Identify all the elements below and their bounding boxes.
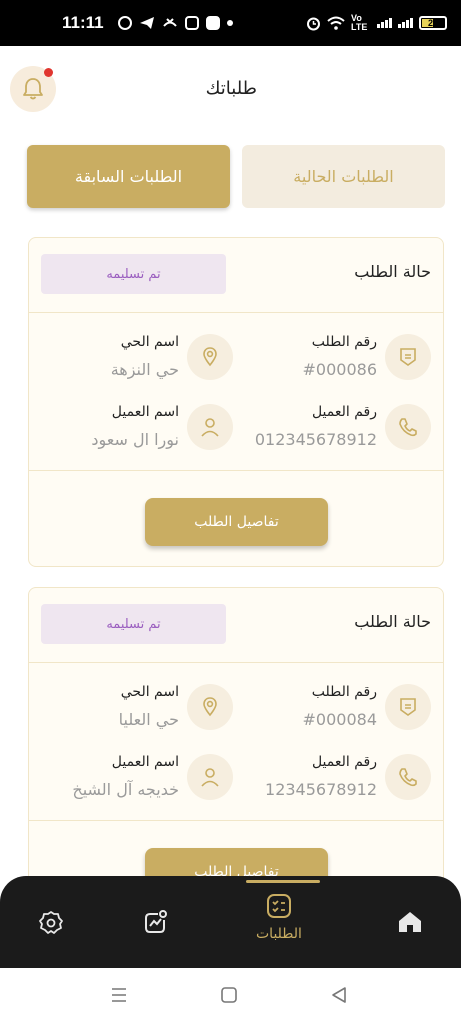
order-number-label: رقم الطلب	[311, 684, 377, 700]
recent-apps-icon[interactable]	[110, 986, 128, 1004]
notification-icons	[117, 16, 233, 30]
whatsapp-icon	[117, 16, 132, 30]
district-icon-wrap	[187, 684, 233, 730]
battery-level: 29	[427, 18, 438, 28]
alarm-icon	[307, 17, 320, 30]
order-number-icon-wrap	[385, 334, 431, 380]
phone-icon	[399, 768, 417, 787]
signal-icon-2	[398, 18, 413, 28]
client-name-icon-wrap	[187, 404, 233, 450]
district-label: اسم الحي	[120, 684, 179, 700]
order-number-label: رقم الطلب	[311, 334, 377, 350]
receipt-shield-icon	[400, 698, 416, 716]
client-name-label: اسم العميل	[111, 754, 179, 770]
order-details-button[interactable]: تفاصيل الطلب	[145, 498, 328, 546]
home-icon	[399, 912, 421, 932]
user-icon	[201, 768, 219, 787]
more-notifications-dot	[226, 20, 233, 26]
location-pin-icon	[203, 347, 217, 367]
district-label: اسم الحي	[120, 334, 179, 350]
instagram-icon	[184, 16, 199, 30]
district-name: حي النزهة	[110, 360, 179, 379]
missed-call-icon	[162, 18, 177, 27]
wifi-icon	[327, 16, 345, 30]
client-name: خديجه آل الشيخ	[72, 780, 179, 799]
order-status-label: حالة الطلب	[354, 612, 431, 631]
tab-previous-orders[interactable]: الطلبات السابقة	[27, 145, 230, 208]
order-number: #000086	[302, 360, 377, 379]
notification-badge	[44, 68, 53, 77]
status-time: 11:11	[62, 13, 104, 32]
client-number-icon-wrap	[385, 404, 431, 450]
phone-icon	[399, 418, 417, 437]
order-number-icon-wrap	[385, 684, 431, 730]
status-bar: 11:11 Vo LTE 29	[0, 0, 461, 46]
client-name: نورا ال سعود	[91, 430, 179, 449]
nav-settings[interactable]	[38, 910, 64, 936]
back-icon[interactable]	[330, 986, 348, 1004]
user-icon	[201, 418, 219, 437]
location-pin-icon	[203, 697, 217, 717]
order-card: حالة الطلب تم تسليمه رقم الطلب #000086 ا…	[28, 237, 444, 567]
client-name-icon-wrap	[187, 754, 233, 800]
client-number: 12345678912	[265, 780, 377, 799]
card-divider	[29, 820, 443, 821]
page-title: طلباتك	[205, 78, 257, 99]
card-divider	[29, 312, 443, 313]
system-navigation-bar	[0, 968, 461, 1024]
app-header: طلباتك	[0, 46, 461, 132]
settings-icon	[39, 911, 63, 934]
signal-icon-1	[377, 18, 392, 28]
client-number-label: رقم العميل	[311, 754, 377, 770]
order-number: #000084	[302, 710, 377, 729]
tab-current-orders[interactable]: الطلبات الحالية	[242, 145, 445, 208]
receipt-shield-icon	[400, 348, 416, 366]
nav-orders[interactable]: الطلبات	[256, 892, 302, 942]
order-status-label: حالة الطلب	[354, 262, 431, 281]
bell-icon	[23, 78, 43, 100]
status-badge: تم تسليمه	[41, 254, 226, 294]
district-name: حي العليا	[118, 710, 179, 729]
card-divider	[29, 662, 443, 663]
nav-orders-label: الطلبات	[256, 926, 302, 942]
notifications-button[interactable]	[10, 66, 56, 112]
client-number-label: رقم العميل	[311, 404, 377, 420]
app-notification-icon	[205, 16, 220, 30]
client-number: 012345678912	[254, 430, 377, 449]
card-divider	[29, 470, 443, 471]
stats-icon	[145, 910, 167, 933]
nav-statistics[interactable]	[143, 909, 169, 935]
active-tab-indicator	[246, 880, 320, 883]
network-type: Vo LTE	[351, 13, 368, 32]
bottom-navigation: الطلبات	[0, 876, 461, 968]
battery-icon: 29	[419, 16, 447, 30]
nav-home[interactable]	[397, 910, 423, 934]
telegram-icon	[139, 17, 154, 29]
orders-screen: 11:11 Vo LTE 29 طلباتك الطلبات السابقة ا…	[0, 0, 461, 1024]
status-badge: تم تسليمه	[41, 604, 226, 644]
system-status-icons: Vo LTE 29	[306, 14, 447, 32]
order-card: حالة الطلب تم تسليمه رقم الطلب #000084 ا…	[28, 587, 444, 907]
client-number-icon-wrap	[385, 754, 431, 800]
client-name-label: اسم العميل	[111, 404, 179, 420]
home-nav-icon[interactable]	[220, 986, 238, 1004]
orders-icon	[266, 894, 291, 918]
district-icon-wrap	[187, 334, 233, 380]
